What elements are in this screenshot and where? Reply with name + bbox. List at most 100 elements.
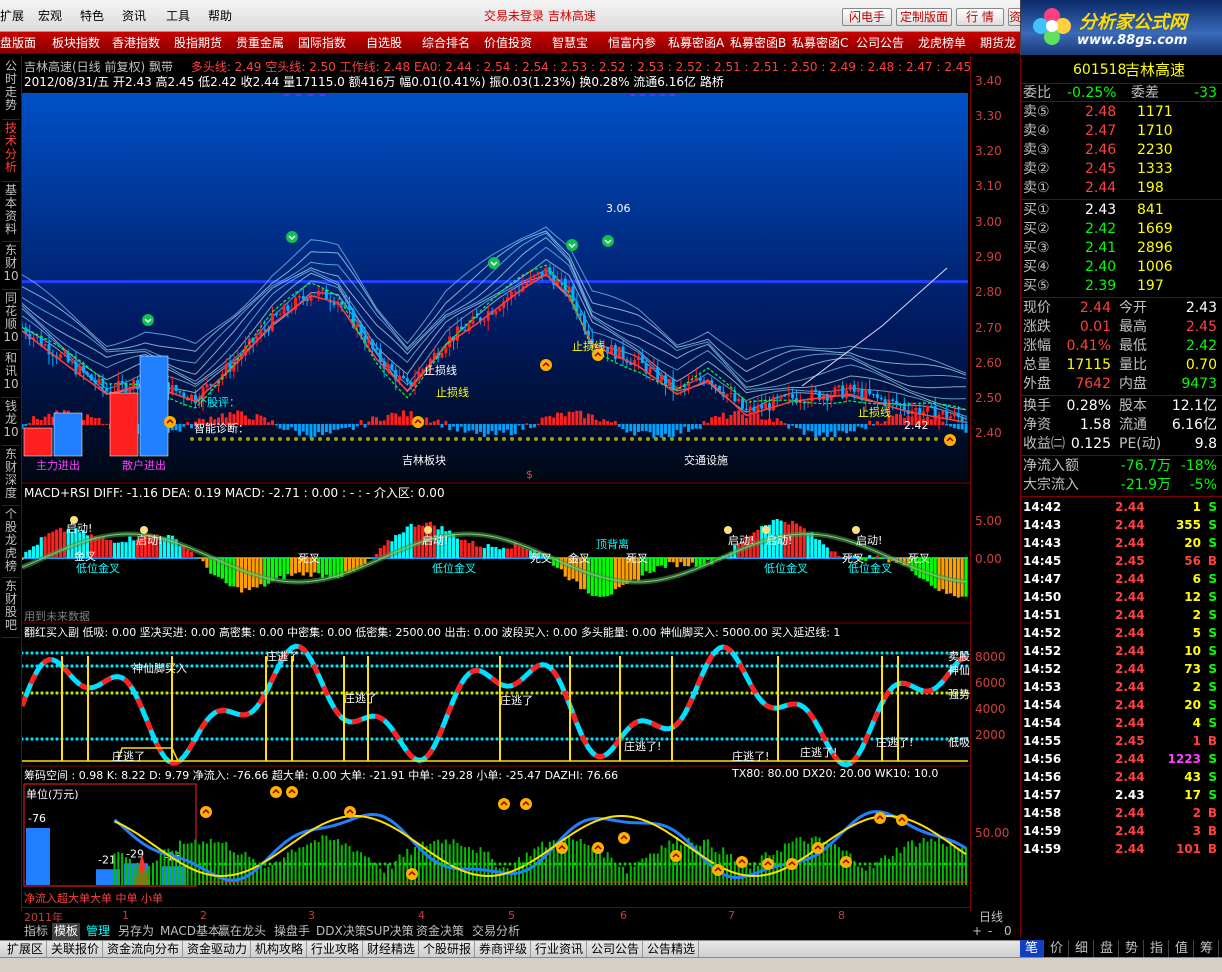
menu-tools[interactable]: 工具 <box>166 0 190 32</box>
custom-layout-button[interactable]: 定制版面 <box>896 8 952 26</box>
toolbar-item[interactable]: 智慧宝 <box>552 32 588 53</box>
tick-row[interactable]: 14:47 2.44 6 S <box>1021 570 1222 588</box>
order-book-row[interactable]: 买④ 2.40 1006 <box>1021 258 1222 277</box>
tab-detail[interactable]: 细 <box>1070 940 1094 957</box>
tick-row[interactable]: 14:54 2.44 20 S <box>1021 696 1222 714</box>
tick-row[interactable]: 14:52 2.44 5 S <box>1021 624 1222 642</box>
tab-ddx[interactable]: DDX决策 <box>314 923 369 940</box>
tab-trades[interactable]: 笔 <box>1020 940 1044 957</box>
tab-fund-flow[interactable]: 资金流向分布 <box>104 941 184 958</box>
tab-eastmoney[interactable]: 东财10 <box>2 244 20 290</box>
tick-row[interactable]: 14:55 2.45 1 B <box>1021 732 1222 750</box>
toolbar-item[interactable]: 龙虎榜单 <box>918 32 966 53</box>
tab-related-quotes[interactable]: 关联报价 <box>48 941 104 958</box>
tab-hexun[interactable]: 和讯10 <box>2 352 20 398</box>
order-book-row[interactable]: 卖⑤ 2.48 1171 <box>1021 103 1222 122</box>
lightning-trade-button[interactable]: 闪电手 <box>842 8 892 26</box>
tab-dragon-tiger[interactable]: 个股龙虎榜 <box>2 508 20 578</box>
toolbar-item[interactable]: 恒富内参 <box>608 32 656 53</box>
tab-trade-analysis[interactable]: 交易分析 <box>470 923 522 940</box>
tick-row[interactable]: 14:54 2.44 4 S <box>1021 714 1222 732</box>
tab-fund-drive[interactable]: 资金驱动力 <box>184 941 252 958</box>
toolbar-item[interactable]: 香港指数 <box>112 32 160 53</box>
toolbar-item[interactable]: 私募密函A <box>668 32 724 53</box>
tab-macd-basic[interactable]: MACD基本 <box>158 923 222 940</box>
order-book-row[interactable]: 买⑤ 2.39 197 <box>1021 277 1222 296</box>
tick-row[interactable]: 14:52 2.44 73 S <box>1021 660 1222 678</box>
tick-row[interactable]: 14:58 2.44 2 B <box>1021 804 1222 822</box>
tab-price[interactable]: 价 <box>1045 940 1069 957</box>
menu-macro[interactable]: 宏观 <box>38 0 62 32</box>
tick-row[interactable]: 14:57 2.43 17 S <box>1021 786 1222 804</box>
order-book-row[interactable]: 买② 2.42 1669 <box>1021 220 1222 239</box>
order-book-row[interactable]: 卖③ 2.46 2230 <box>1021 141 1222 160</box>
tab-qianlong[interactable]: 钱龙10 <box>2 400 20 446</box>
tab-stock-research[interactable]: 个股研报 <box>420 941 476 958</box>
tick-row[interactable]: 14:52 2.44 10 S <box>1021 642 1222 660</box>
reset-button[interactable]: 0 <box>1002 923 1014 940</box>
tab-announcement-picks[interactable]: 公告精选 <box>644 941 700 958</box>
tick-row[interactable]: 14:53 2.44 2 S <box>1021 678 1222 696</box>
order-book-row[interactable]: 买③ 2.41 2896 <box>1021 239 1222 258</box>
tab-fund-decision[interactable]: 资金决策 <box>414 923 466 940</box>
toolbar-item[interactable]: 公司公告 <box>856 32 904 53</box>
tick-row[interactable]: 14:56 2.44 43 S <box>1021 768 1222 786</box>
tab-industry-strategy[interactable]: 行业攻略 <box>308 941 364 958</box>
toolbar-item[interactable]: 贵重金属 <box>236 32 284 53</box>
tick-row[interactable]: 14:43 2.44 355 S <box>1021 516 1222 534</box>
tab-manage[interactable]: 管理 <box>84 923 112 940</box>
toolbar-item[interactable]: 自选股 <box>366 32 402 53</box>
order-book-row[interactable]: 卖② 2.45 1333 <box>1021 160 1222 179</box>
tick-row[interactable]: 14:51 2.44 2 S <box>1021 606 1222 624</box>
toolbar-item[interactable]: 股指期货 <box>174 32 222 53</box>
tab-value[interactable]: 值 <box>1170 940 1194 957</box>
tab-chips[interactable]: 筹 <box>1195 940 1219 957</box>
tab-announcements[interactable]: 公司公告 <box>588 941 644 958</box>
order-book-row[interactable]: 卖④ 2.47 1710 <box>1021 122 1222 141</box>
tab-fundamentals[interactable]: 基本资料 <box>2 184 20 242</box>
tick-row[interactable]: 14:43 2.44 20 S <box>1021 534 1222 552</box>
zoom-out-button[interactable]: - <box>986 923 994 940</box>
tab-save-as[interactable]: 另存为 <box>116 923 156 940</box>
tab-indicator[interactable]: 指标 <box>22 923 50 940</box>
toolbar-item[interactable]: 盘版面 <box>0 32 36 53</box>
tab-leader[interactable]: 赢在龙头 <box>216 923 268 940</box>
tab-broker-rating[interactable]: 券商评级 <box>476 941 532 958</box>
tab-extension[interactable]: 扩展区 <box>4 941 48 958</box>
zoom-in-button[interactable]: + <box>970 923 984 940</box>
tab-finance-picks[interactable]: 财经精选 <box>364 941 420 958</box>
tick-row[interactable]: 14:45 2.45 56 B <box>1021 552 1222 570</box>
menu-extend[interactable]: 扩展 <box>0 0 24 32</box>
tab-book[interactable]: 盘 <box>1095 940 1119 957</box>
toolbar-item[interactable]: 私募密函B <box>730 32 786 53</box>
toolbar-item[interactable]: 综合排名 <box>422 32 470 53</box>
tab-institution[interactable]: 机构攻略 <box>252 941 308 958</box>
menu-news[interactable]: 资讯 <box>122 0 146 32</box>
tick-row[interactable]: 14:42 2.44 1 S <box>1021 498 1222 516</box>
tick-row[interactable]: 14:59 2.44 3 B <box>1021 822 1222 840</box>
tab-intraday[interactable]: 公时走势 <box>2 60 20 120</box>
tab-sup[interactable]: SUP决策 <box>364 923 416 940</box>
tick-row[interactable]: 14:56 2.44 1223 S <box>1021 750 1222 768</box>
tab-index[interactable]: 指 <box>1145 940 1169 957</box>
toolbar-item[interactable]: 私募密函C <box>792 32 848 53</box>
tab-10jqka[interactable]: 同花顺10 <box>2 292 20 350</box>
toolbar-item[interactable]: 国际指数 <box>298 32 346 53</box>
menu-help[interactable]: 帮助 <box>208 0 232 32</box>
tab-trader[interactable]: 操盘手 <box>272 923 312 940</box>
tick-row[interactable]: 14:50 2.44 12 S <box>1021 588 1222 606</box>
menu-special[interactable]: 特色 <box>80 0 104 32</box>
toolbar-item[interactable]: 板块指数 <box>52 32 100 53</box>
toolbar-item[interactable]: 期货龙 <box>980 32 1016 53</box>
tab-template[interactable]: 模板 <box>52 923 81 940</box>
toolbar-item[interactable]: 价值投资 <box>484 32 532 53</box>
quotes-button[interactable]: 行 情 <box>956 8 1004 26</box>
order-book-row[interactable]: 卖① 2.44 198 <box>1021 179 1222 198</box>
tab-trend[interactable]: 势 <box>1120 940 1144 957</box>
tab-eastmoney-depth[interactable]: 东财深度 <box>2 448 20 506</box>
chart-area[interactable]: -76-21-29-25 吉林高速(日线 前复权) 飘带 多头线: 2.49 空… <box>22 56 971 911</box>
tick-row[interactable]: 14:59 2.44 101 B <box>1021 840 1222 858</box>
order-book-row[interactable]: 买① 2.43 841 <box>1021 201 1222 220</box>
tab-stock-forum[interactable]: 东财股吧 <box>2 580 20 638</box>
tab-industry-news[interactable]: 行业资讯 <box>532 941 588 958</box>
